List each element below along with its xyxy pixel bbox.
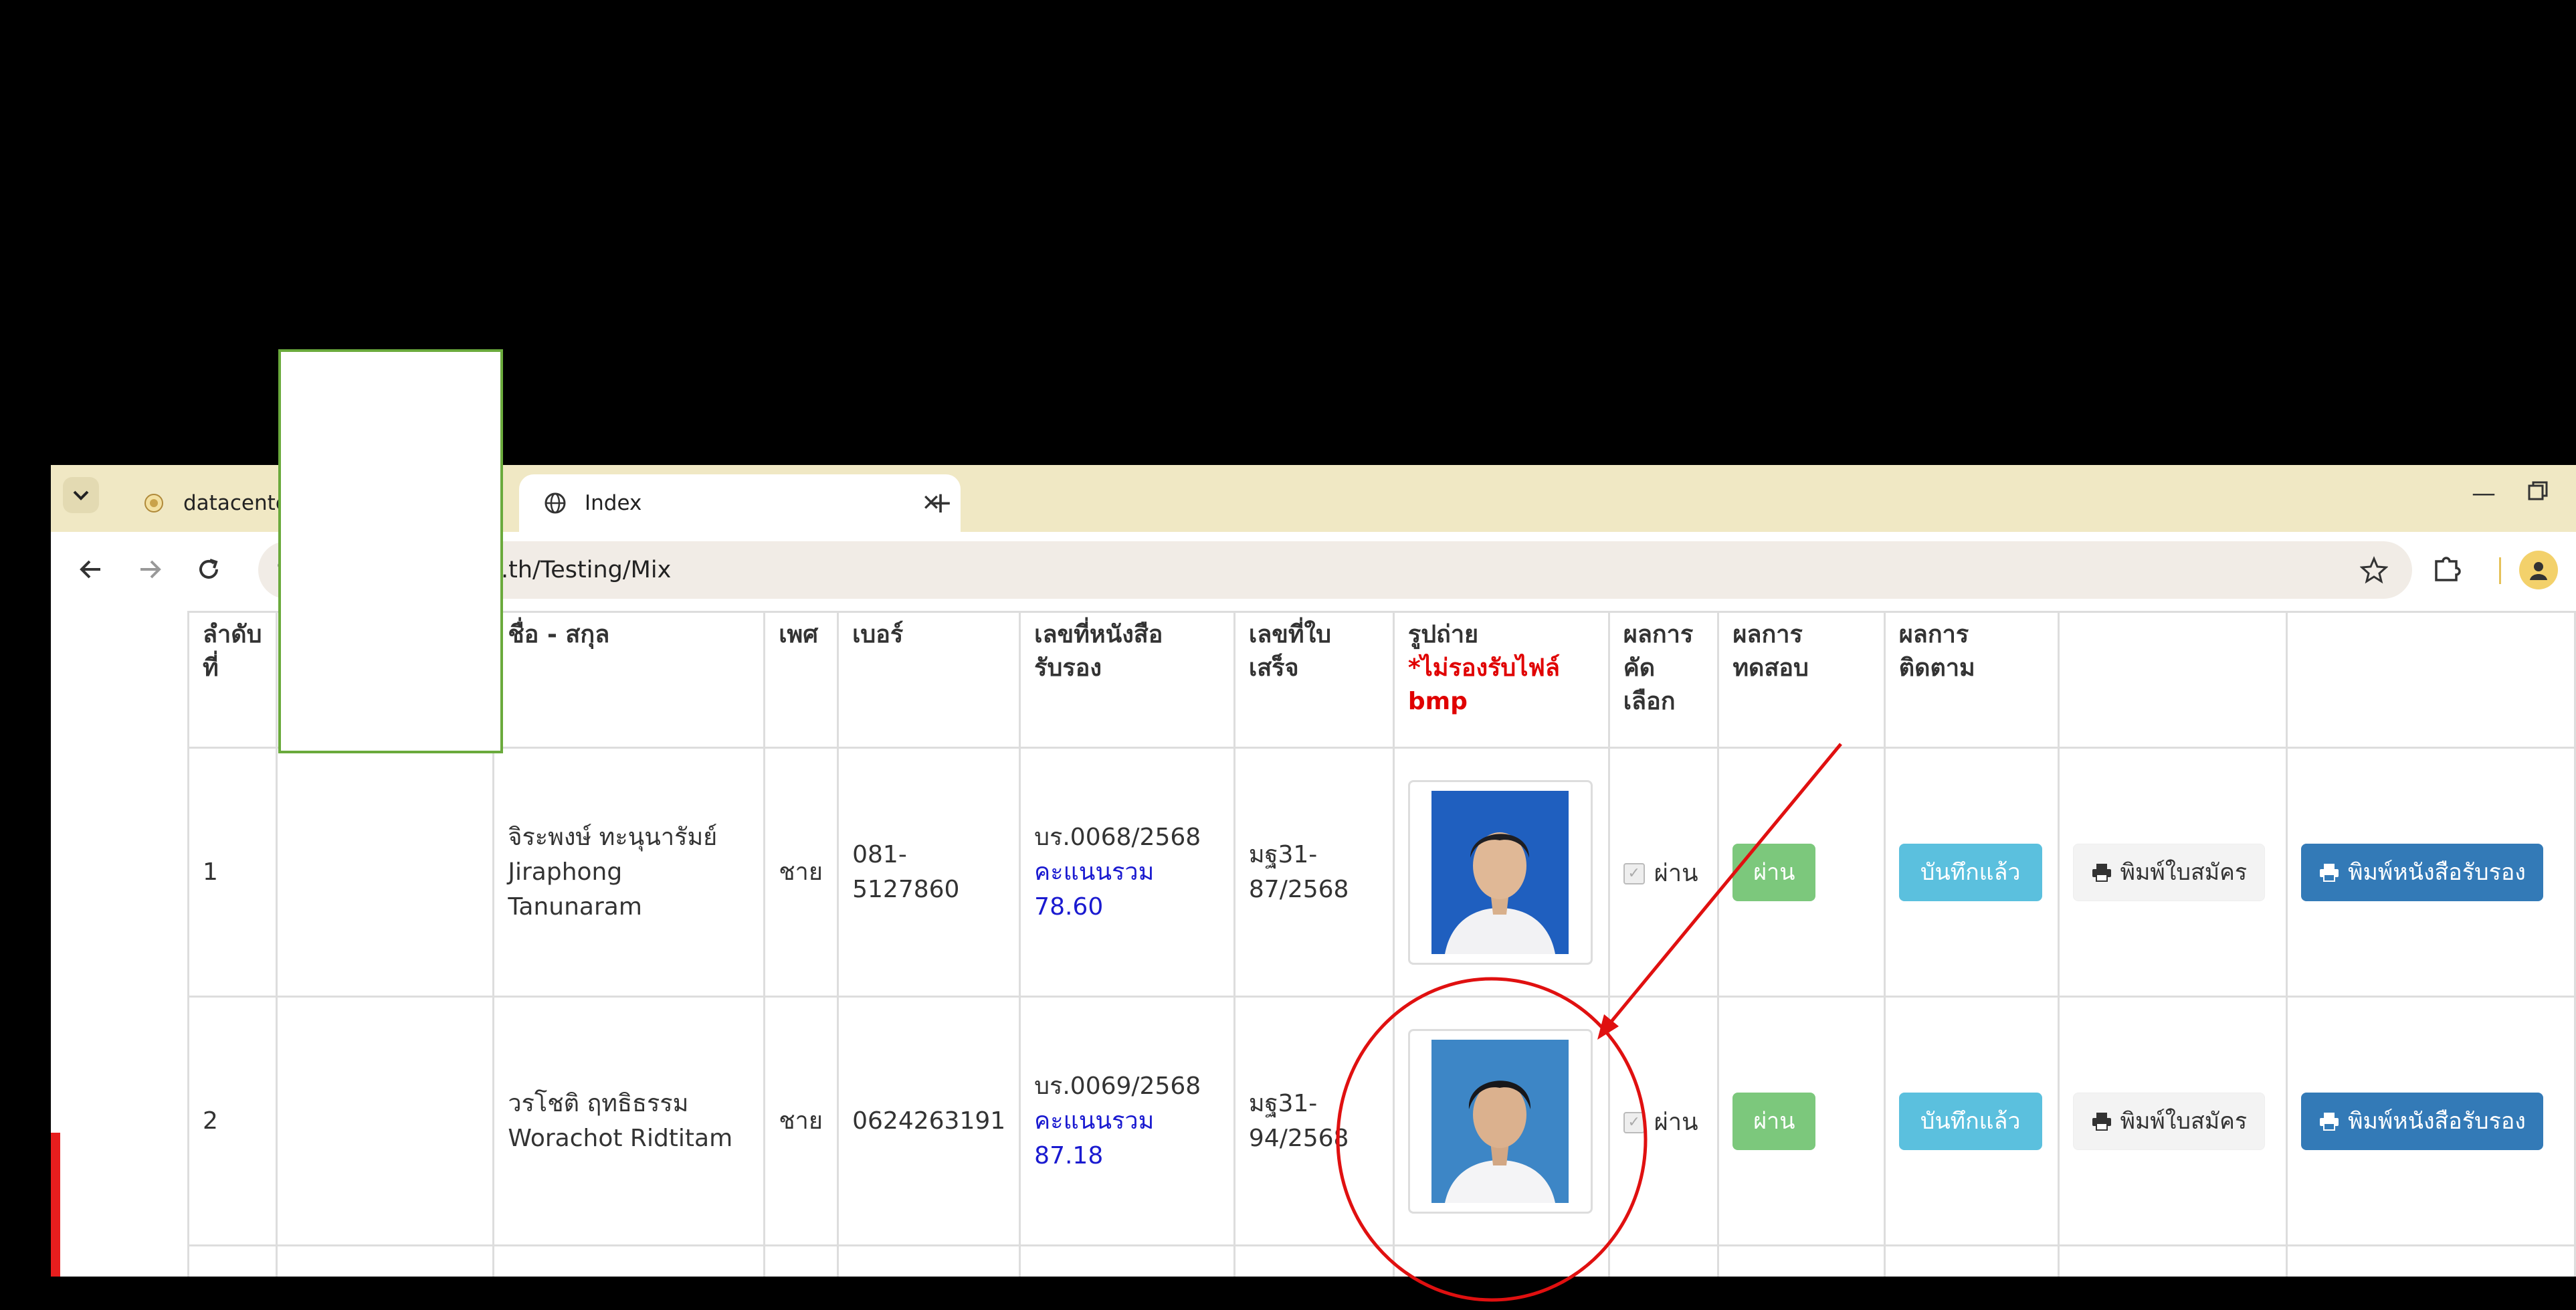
- annotation-overlay: [1336, 743, 1842, 1302]
- annotation-arrow: [1603, 743, 1842, 1032]
- annotation-circle: [1336, 977, 1648, 1302]
